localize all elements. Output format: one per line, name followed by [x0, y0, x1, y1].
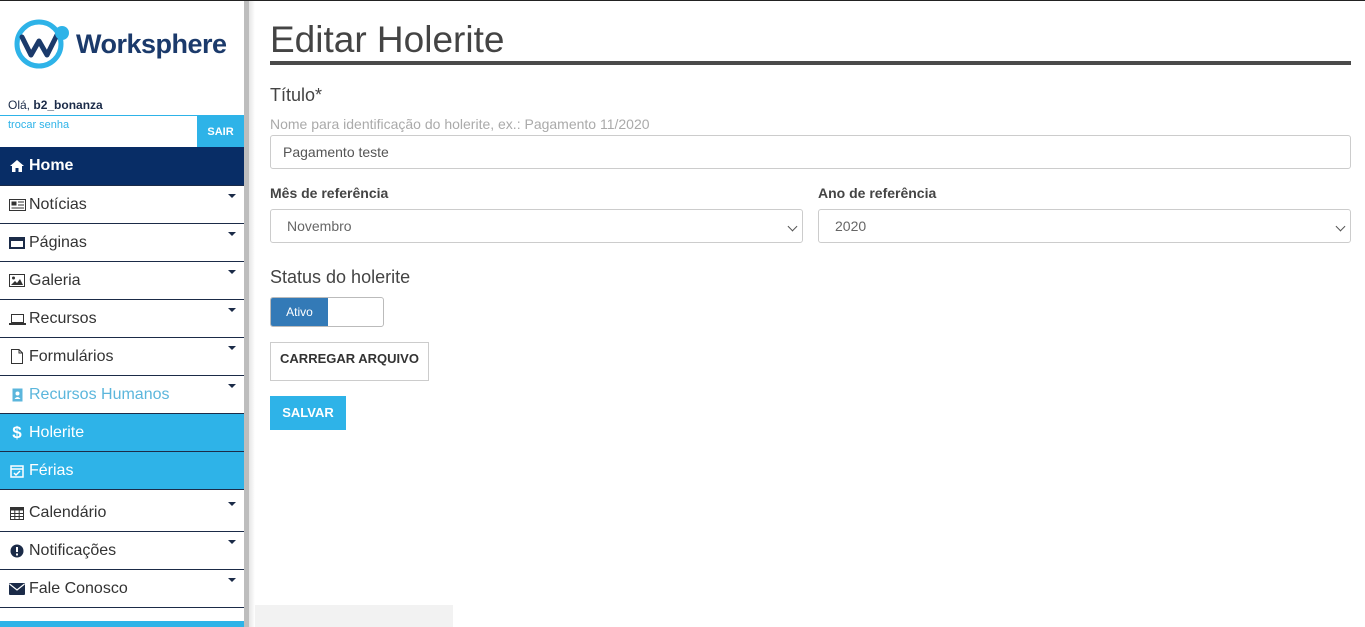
sidebar-item-label: Férias: [29, 461, 74, 479]
caret-down-icon: [228, 346, 236, 350]
brand-logo[interactable]: Worksphere: [12, 19, 232, 69]
save-button[interactable]: SALVAR: [270, 396, 346, 430]
status-toggle[interactable]: Ativo: [270, 297, 384, 327]
sidebar-item-galeria[interactable]: Galeria: [0, 262, 244, 300]
nav-next-item-edge: [0, 621, 244, 627]
sidebar-item-label: Galeria: [29, 271, 81, 289]
laptop-icon: [8, 313, 26, 325]
caret-down-icon: [228, 540, 236, 544]
sidebar-item-ferias[interactable]: Férias: [0, 452, 244, 490]
caret-down-icon: [228, 578, 236, 582]
caret-down-icon: [228, 384, 236, 388]
caret-down-icon: [228, 502, 236, 506]
badge-icon: [8, 387, 26, 402]
year-label: Ano de referência: [818, 185, 937, 201]
bottom-strip: [255, 605, 453, 627]
logout-button[interactable]: SAIR: [197, 116, 244, 147]
sidebar-item-noticias[interactable]: Notícias: [0, 186, 244, 224]
envelope-icon: [8, 582, 26, 595]
sidebar-item-label: Formulários: [29, 347, 114, 365]
image-icon: [8, 274, 26, 287]
sidebar-item-recursos-humanos[interactable]: Recursos Humanos: [0, 376, 244, 414]
page-title: Editar Holerite: [270, 19, 505, 60]
year-select-value: 2020: [835, 218, 867, 234]
sidebar-item-label: Páginas: [29, 233, 87, 251]
title-input-value: Pagamento teste: [283, 144, 389, 160]
sidebar-item-label: Recursos: [29, 309, 97, 327]
dollar-icon: $: [12, 422, 22, 442]
worksphere-logo-icon: [14, 19, 69, 69]
title-label: Título*: [270, 85, 323, 105]
month-select-value: Novembro: [287, 218, 352, 234]
title-input[interactable]: Pagamento teste: [270, 135, 1351, 169]
sidebar-item-recursos[interactable]: Recursos: [0, 300, 244, 338]
sidebar-item-label: Fale Conosco: [29, 579, 128, 597]
sidebar-shadow: [249, 1, 255, 627]
sidebar-nav: Home Notícias Páginas Galeria Recursos F…: [0, 147, 244, 608]
caret-down-icon: [228, 194, 236, 198]
home-icon: [8, 160, 26, 172]
alert-icon: [8, 544, 26, 558]
sidebar-item-formularios[interactable]: Formulários: [0, 338, 244, 376]
caret-down-icon: [228, 308, 236, 312]
user-greeting: Olá, b2_bonanza: [8, 98, 103, 112]
sidebar-item-label: Holerite: [29, 423, 85, 441]
greeting-text: Olá,: [8, 98, 31, 112]
sidebar-item-label: Notificações: [29, 541, 117, 559]
upload-file-button[interactable]: CARREGAR ARQUIVO: [270, 342, 429, 381]
chevron-down-icon: [1335, 221, 1346, 232]
sidebar-item-holerite[interactable]: $ Holerite: [0, 414, 244, 452]
sidebar-item-label: Home: [29, 157, 74, 174]
chevron-down-icon: [787, 221, 798, 232]
sidebar-item-calendario[interactable]: Calendário: [0, 494, 244, 532]
caret-down-icon: [228, 270, 236, 274]
sidebar-item-fale-conosco[interactable]: Fale Conosco: [0, 570, 244, 608]
sidebar-item-paginas[interactable]: Páginas: [0, 224, 244, 262]
status-label: Status do holerite: [270, 267, 411, 287]
month-select[interactable]: Novembro: [270, 209, 803, 243]
caret-down-icon: [228, 232, 236, 236]
user-actions: trocar senha SAIR: [0, 115, 244, 147]
brand-name: Worksphere: [76, 29, 227, 59]
title-divider: [270, 61, 1351, 65]
sidebar-item-notificacoes[interactable]: Notificações: [0, 532, 244, 570]
calendar-check-icon: [8, 464, 26, 478]
sidebar-item-home[interactable]: Home: [0, 147, 244, 186]
newspaper-icon: [8, 198, 26, 211]
status-toggle-on: Ativo: [271, 298, 328, 326]
file-icon: [8, 349, 26, 364]
calendar-icon: [8, 506, 26, 520]
sidebar-item-label: Recursos Humanos: [29, 385, 170, 403]
title-help-text: Nome para identificação do holerite, ex.…: [270, 116, 650, 132]
username: b2_bonanza: [33, 98, 103, 112]
sidebar-item-label: Notícias: [29, 195, 87, 213]
change-password-link[interactable]: trocar senha: [8, 119, 69, 131]
sidebar-item-label: Calendário: [29, 503, 107, 521]
month-label: Mês de referência: [270, 185, 389, 201]
year-select[interactable]: 2020: [818, 209, 1351, 243]
window-icon: [8, 236, 26, 249]
sidebar: Worksphere Olá, b2_bonanza trocar senha …: [0, 1, 244, 627]
